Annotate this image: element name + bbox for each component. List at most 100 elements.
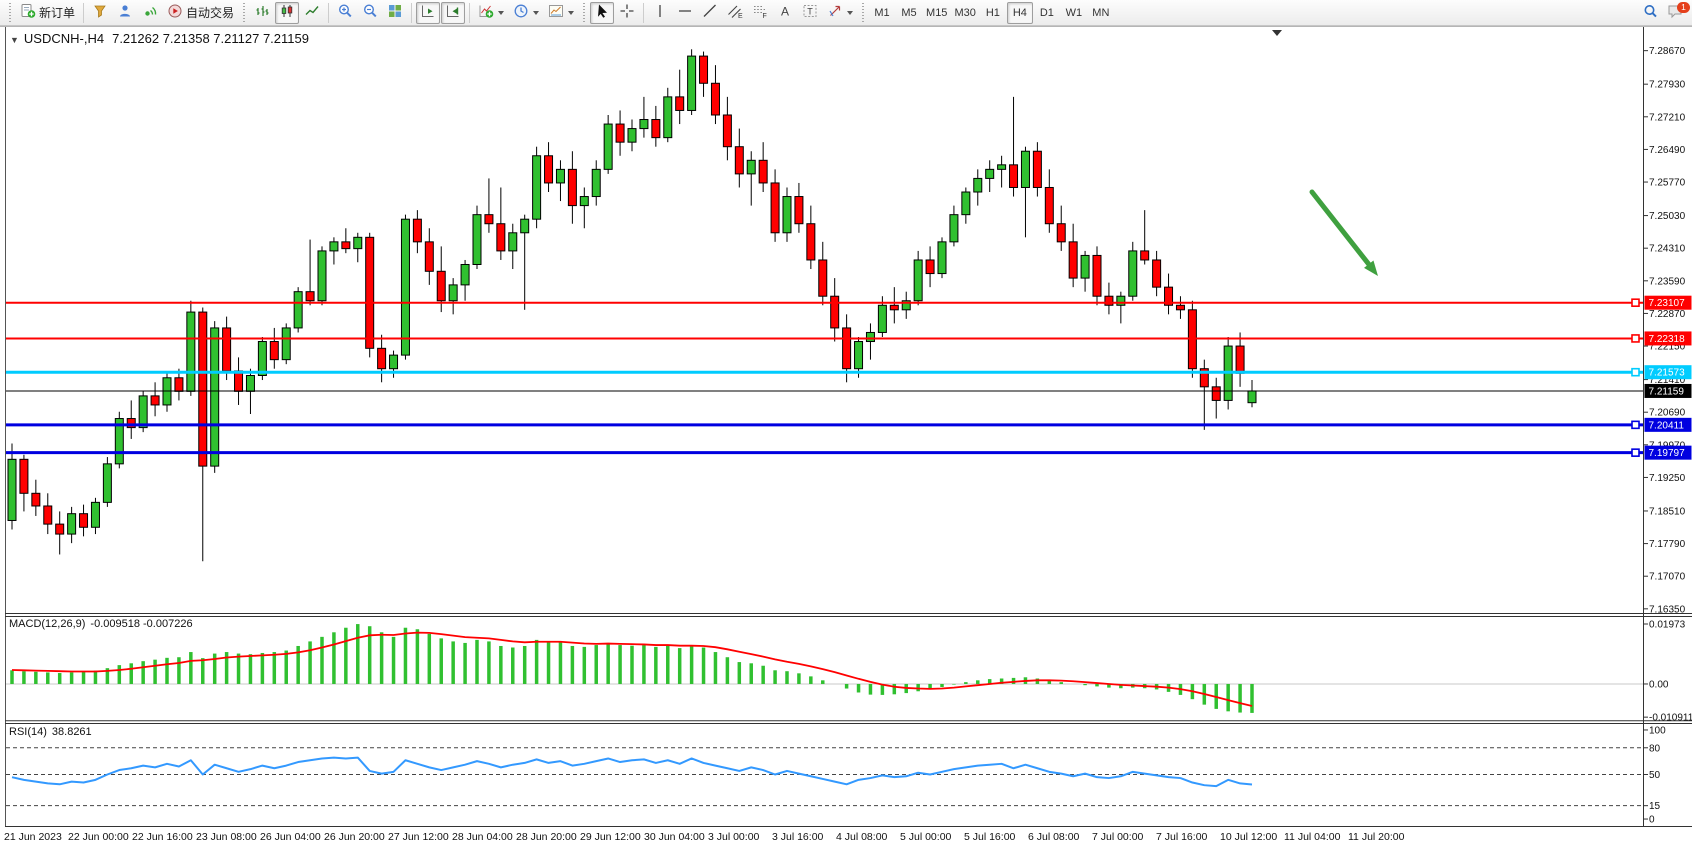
tile-windows-icon (387, 3, 403, 22)
vertical-line-icon (652, 3, 668, 22)
fibonacci-tool-button[interactable]: F (748, 2, 772, 24)
toolbar-drag-handle[interactable] (242, 3, 246, 23)
community-button[interactable] (113, 2, 137, 24)
zoom-in-button[interactable] (333, 2, 357, 24)
svg-text:26 Jun 04:00: 26 Jun 04:00 (260, 831, 321, 843)
svg-text:7.23590: 7.23590 (1649, 276, 1686, 287)
svg-text:-0.010911: -0.010911 (1649, 713, 1692, 724)
toolbar-separator (469, 3, 470, 23)
svg-text:7.17070: 7.17070 (1649, 572, 1686, 583)
indicators-dropdown-caret-icon (498, 11, 504, 15)
auto-trading-button[interactable]: 自动交易 (163, 2, 238, 24)
svg-text:7.19250: 7.19250 (1649, 473, 1686, 484)
timeframe-h1-button[interactable]: H1 (980, 2, 1006, 24)
macd-indicator-label: MACD(12,26,9)-0.009518 -0.007226 (9, 618, 193, 630)
periods-button[interactable] (509, 2, 543, 24)
candlestick-chart-button[interactable] (275, 2, 299, 24)
bar-chart-icon (254, 3, 270, 22)
line-chart-button[interactable] (300, 2, 324, 24)
timeframe-m30-button[interactable]: M30 (951, 2, 978, 24)
text-tool-button[interactable]: A (773, 2, 797, 24)
auto-trading-icon (167, 3, 183, 22)
toolbar-separator (411, 3, 412, 23)
search-button[interactable] (1638, 2, 1662, 24)
svg-text:7.21159: 7.21159 (1649, 386, 1685, 397)
timeframe-h4-button[interactable]: H4 (1007, 2, 1033, 24)
tile-windows-button[interactable] (383, 2, 407, 24)
rsi-indicator-label: RSI(14)38.8261 (9, 726, 92, 738)
svg-text:28 Jun 20:00: 28 Jun 20:00 (516, 831, 577, 843)
svg-text:3 Jul 00:00: 3 Jul 00:00 (708, 831, 760, 843)
timeframe-m5-button[interactable]: M5 (896, 2, 922, 24)
zoom-out-icon (362, 3, 378, 22)
chart-symbol-period: USDCNH-,H4 (24, 31, 104, 46)
signals-icon (142, 3, 158, 22)
auto-scroll-icon (420, 3, 436, 22)
cursor-tool-button[interactable] (590, 2, 614, 24)
toolbar-separator (643, 3, 644, 23)
zoom-out-button[interactable] (358, 2, 382, 24)
timeframe-m15-button[interactable]: M15 (923, 2, 950, 24)
trendline-icon (702, 3, 718, 22)
indicators-icon (478, 3, 494, 22)
svg-text:7.21573: 7.21573 (1649, 368, 1686, 379)
indicators-button[interactable] (474, 2, 508, 24)
arrows-tool-button[interactable] (823, 2, 857, 24)
svg-text:F: F (763, 13, 767, 19)
new-order-button[interactable]: 新订单 (16, 2, 79, 24)
macd-name: MACD(12,26,9) (9, 618, 85, 630)
horizontal-line-tool-button[interactable] (673, 2, 697, 24)
collapse-triangle-icon[interactable]: ▼ (10, 35, 19, 45)
svg-text:7.18510: 7.18510 (1649, 506, 1686, 517)
toolbar-drag-handle[interactable] (8, 3, 12, 23)
horizontal-line-icon (677, 3, 693, 22)
svg-text:5 Jul 00:00: 5 Jul 00:00 (900, 831, 952, 843)
templates-button[interactable] (544, 2, 578, 24)
svg-text:10 Jul 12:00: 10 Jul 12:00 (1220, 831, 1277, 843)
svg-text:0.01973: 0.01973 (1649, 619, 1686, 630)
svg-text:11 Jul 04:00: 11 Jul 04:00 (1284, 831, 1341, 843)
new-order-label: 新订单 (39, 4, 75, 21)
svg-text:100: 100 (1649, 725, 1666, 736)
svg-text:7.22318: 7.22318 (1649, 334, 1686, 345)
svg-text:7.27930: 7.27930 (1649, 80, 1686, 91)
crosshair-tool-button[interactable] (615, 2, 639, 24)
svg-text:6 Jul 08:00: 6 Jul 08:00 (1028, 831, 1080, 843)
arrows-tool-icon (827, 3, 843, 22)
toolbar-drag-handle[interactable] (861, 3, 865, 23)
trendline-tool-button[interactable] (698, 2, 722, 24)
svg-text:29 Jun 12:00: 29 Jun 12:00 (580, 831, 641, 843)
toolbar-separator (83, 3, 84, 23)
vertical-line-tool-button[interactable] (648, 2, 672, 24)
svg-text:0: 0 (1649, 815, 1655, 826)
line-chart-icon (304, 3, 320, 22)
svg-text:30 Jun 04:00: 30 Jun 04:00 (644, 831, 705, 843)
svg-text:T: T (807, 7, 813, 17)
chart-title: ▼USDCNH-,H47.21262 7.21358 7.21127 7.211… (10, 31, 309, 46)
svg-text:28 Jun 04:00: 28 Jun 04:00 (452, 831, 513, 843)
svg-text:E: E (738, 13, 743, 19)
channel-tool-button[interactable]: E (723, 2, 747, 24)
toolbar-drag-handle[interactable] (582, 3, 586, 23)
text-label-icon: T (802, 3, 818, 22)
timeframe-mn-button[interactable]: MN (1088, 2, 1114, 24)
svg-text:0.00: 0.00 (1649, 679, 1669, 690)
svg-text:15: 15 (1649, 801, 1661, 812)
svg-text:3 Jul 16:00: 3 Jul 16:00 (772, 831, 824, 843)
toolbar: 新订单 自动交易 (0, 0, 1692, 26)
auto-scroll-button[interactable] (416, 2, 440, 24)
label-tool-button[interactable]: T (798, 2, 822, 24)
chart-canvas[interactable]: 7.286707.279307.272107.264907.257707.250… (0, 0, 1692, 849)
svg-text:50: 50 (1649, 770, 1661, 781)
search-icon (1642, 3, 1658, 22)
timeframe-m1-button[interactable]: M1 (869, 2, 895, 24)
timeframe-d1-button[interactable]: D1 (1034, 2, 1060, 24)
bar-chart-button[interactable] (250, 2, 274, 24)
cursor-icon (594, 3, 610, 22)
chart-shift-button[interactable] (441, 2, 465, 24)
rsi-value: 38.8261 (52, 726, 92, 738)
signals-button[interactable] (138, 2, 162, 24)
toolbar-separator (328, 3, 329, 23)
metaeditor-button[interactable] (88, 2, 112, 24)
timeframe-w1-button[interactable]: W1 (1061, 2, 1087, 24)
